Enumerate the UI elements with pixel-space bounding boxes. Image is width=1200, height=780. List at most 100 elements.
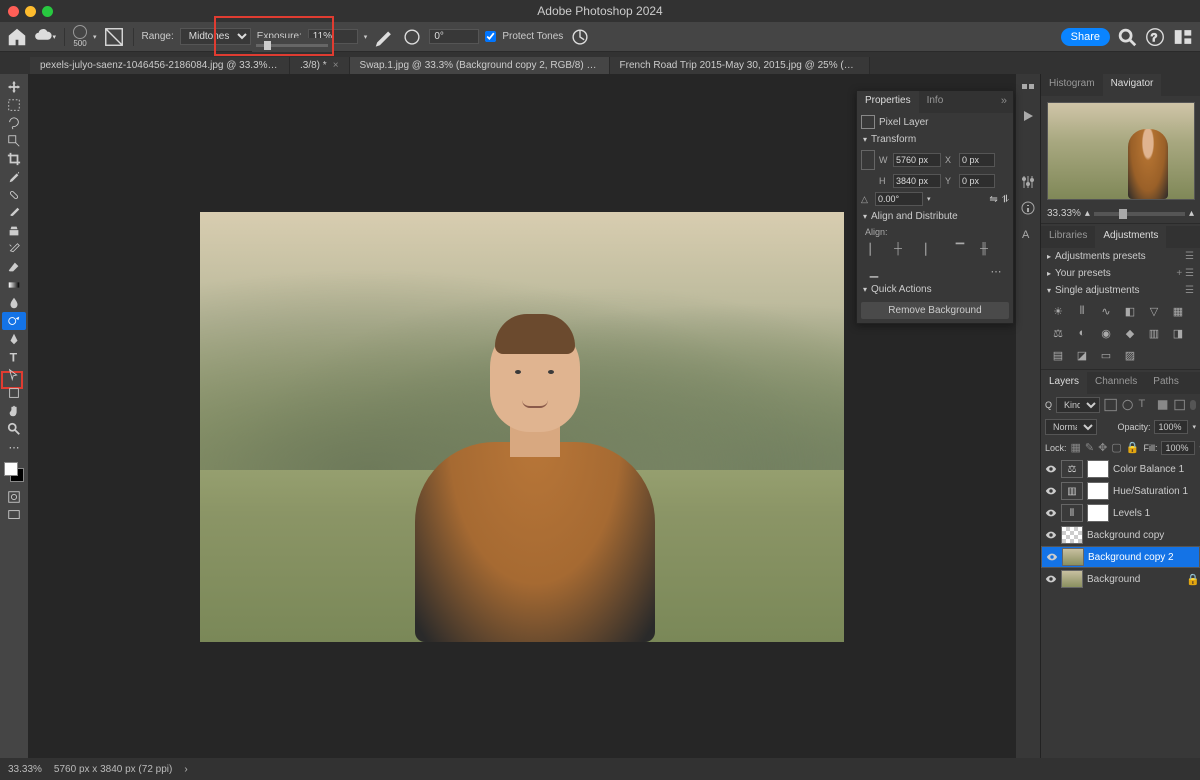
blend-mode-select[interactable]: Normal (1045, 419, 1097, 435)
y-input[interactable] (959, 174, 995, 188)
filter-image-icon[interactable] (1104, 398, 1117, 412)
color-lookup-icon[interactable]: ▥ (1145, 325, 1163, 341)
search-icon[interactable] (1116, 26, 1138, 48)
align-hcenter-icon[interactable]: ┼ (889, 241, 907, 257)
hue-sat-icon[interactable]: ▦ (1169, 303, 1187, 319)
clone-stamp-tool[interactable] (2, 222, 26, 240)
layer-mask-thumb[interactable] (1087, 482, 1109, 500)
more-tools[interactable]: ⋯ (2, 438, 26, 456)
document-tab[interactable]: French Road Trip 2015-May 30, 2015.jpg @… (610, 57, 870, 74)
history-brush-tool[interactable] (2, 240, 26, 258)
move-tool[interactable] (2, 78, 26, 96)
quickmask-icon[interactable] (2, 488, 26, 506)
screen-mode-icon[interactable] (2, 506, 26, 524)
hand-tool[interactable] (2, 402, 26, 420)
status-dimensions[interactable]: 5760 px x 3840 px (72 ppi) (54, 764, 172, 775)
layer-thumbnail[interactable] (1061, 526, 1083, 544)
layer-name[interactable]: Background copy (1087, 530, 1196, 541)
eraser-tool[interactable] (2, 258, 26, 276)
transform-section[interactable]: ▾Transform (857, 131, 1013, 148)
blur-tool[interactable] (2, 294, 26, 312)
marquee-tool[interactable] (2, 96, 26, 114)
x-input[interactable] (959, 153, 995, 167)
document-canvas[interactable] (200, 212, 844, 642)
home-icon[interactable] (6, 26, 28, 48)
lock-artboard-icon[interactable]: ▢ (1111, 441, 1121, 455)
airbrush-icon[interactable] (373, 26, 395, 48)
flip-h-icon[interactable]: ⇋ (989, 194, 997, 205)
histogram-tab[interactable]: Histogram (1041, 74, 1103, 96)
type-tool[interactable]: T (2, 348, 26, 366)
pressure-icon[interactable] (401, 26, 423, 48)
align-top-icon[interactable]: ▔ (951, 241, 969, 257)
workspace-icon[interactable] (1172, 26, 1194, 48)
posterize-icon[interactable]: ▤ (1049, 347, 1067, 363)
photo-filter-icon[interactable]: ◉ (1097, 325, 1115, 341)
exposure-icon[interactable]: ◧ (1121, 303, 1139, 319)
opacity-input[interactable] (1154, 420, 1188, 434)
selection-tool[interactable] (2, 132, 26, 150)
brush-tool[interactable] (2, 204, 26, 222)
layers-tab[interactable]: Layers (1041, 372, 1087, 394)
height-input[interactable] (893, 174, 941, 188)
layer-thumbnail[interactable] (1062, 548, 1084, 566)
layer-row[interactable]: Background copy (1041, 524, 1200, 546)
eyedropper-tool[interactable] (2, 168, 26, 186)
navigator-thumbnail[interactable] (1047, 102, 1195, 200)
layer-mask-thumb[interactable] (1087, 504, 1109, 522)
lock-position-icon[interactable]: ✥ (1098, 441, 1107, 455)
healing-tool[interactable] (2, 186, 26, 204)
document-tab[interactable]: pexels-julyo-saenz-1046456-2186084.jpg @… (30, 57, 290, 74)
link-wh-icon[interactable] (861, 150, 875, 170)
layer-visibility-icon[interactable] (1045, 463, 1057, 475)
your-presets-header[interactable]: ▸Your presets+ ☰ (1041, 265, 1200, 282)
bw-icon[interactable]: ◐ (1073, 325, 1091, 341)
play-icon[interactable] (1020, 108, 1036, 124)
layer-row[interactable]: Background🔒 (1041, 568, 1200, 590)
layer-thumbnail[interactable] (1061, 570, 1083, 588)
info-tab[interactable]: Info (919, 91, 952, 113)
info-panel-icon[interactable] (1020, 200, 1036, 216)
brightness-icon[interactable]: ☀ (1049, 303, 1067, 319)
lock-icon[interactable]: 🔒 (1186, 573, 1196, 586)
align-right-icon[interactable]: ▕ (913, 241, 931, 257)
align-vcenter-icon[interactable]: ╫ (975, 241, 993, 257)
layer-row[interactable]: ▥Hue/Saturation 1 (1041, 480, 1200, 502)
libraries-tab[interactable]: Libraries (1041, 226, 1095, 248)
dodge-tool[interactable] (2, 312, 26, 330)
properties-tab[interactable]: Properties (857, 91, 919, 113)
filter-toggle[interactable] (1190, 400, 1196, 410)
filter-smart-icon[interactable] (1173, 398, 1186, 412)
brush-preset-picker[interactable]: 500 (73, 25, 87, 48)
gradient-map-icon[interactable]: ▭ (1097, 347, 1115, 363)
flip-v-icon[interactable]: ⥮ (1002, 194, 1009, 205)
zoom-out-icon[interactable]: ▴ (1085, 208, 1090, 219)
layer-visibility-icon[interactable] (1045, 485, 1057, 497)
zoom-tool[interactable] (2, 420, 26, 438)
lock-pixels-icon[interactable]: ✎ (1085, 441, 1094, 455)
pen-tool[interactable] (2, 330, 26, 348)
invert-icon[interactable]: ◨ (1169, 325, 1187, 341)
align-section[interactable]: ▾Align and Distribute (857, 208, 1013, 225)
layer-visibility-icon[interactable] (1046, 551, 1058, 563)
angle-input[interactable] (875, 192, 923, 206)
selective-color-icon[interactable]: ▨ (1121, 347, 1139, 363)
layer-row[interactable]: ⫴Levels 1 (1041, 502, 1200, 524)
navigator-zoom-slider[interactable] (1094, 212, 1185, 216)
threshold-icon[interactable]: ◪ (1073, 347, 1091, 363)
single-adjustments-header[interactable]: ▾Single adjustments☰ (1041, 282, 1200, 299)
layer-name[interactable]: Hue/Saturation 1 (1113, 486, 1196, 497)
close-tab-icon[interactable]: × (596, 60, 602, 71)
levels-icon[interactable]: ⫴ (1073, 303, 1091, 319)
status-zoom[interactable]: 33.33% (8, 764, 42, 775)
channel-mixer-icon[interactable]: ◆ (1121, 325, 1139, 341)
remove-background-button[interactable]: Remove Background (861, 302, 1009, 319)
layer-row[interactable]: ⚖Color Balance 1 (1041, 458, 1200, 480)
help-icon[interactable]: ? (1144, 26, 1166, 48)
layer-visibility-icon[interactable] (1045, 529, 1057, 541)
angle-input[interactable] (429, 29, 479, 44)
color-panel-icon[interactable] (1020, 82, 1036, 98)
collapse-panel-icon[interactable]: » (995, 91, 1013, 113)
close-tab-icon[interactable]: × (333, 60, 339, 71)
fill-input[interactable] (1161, 441, 1195, 455)
